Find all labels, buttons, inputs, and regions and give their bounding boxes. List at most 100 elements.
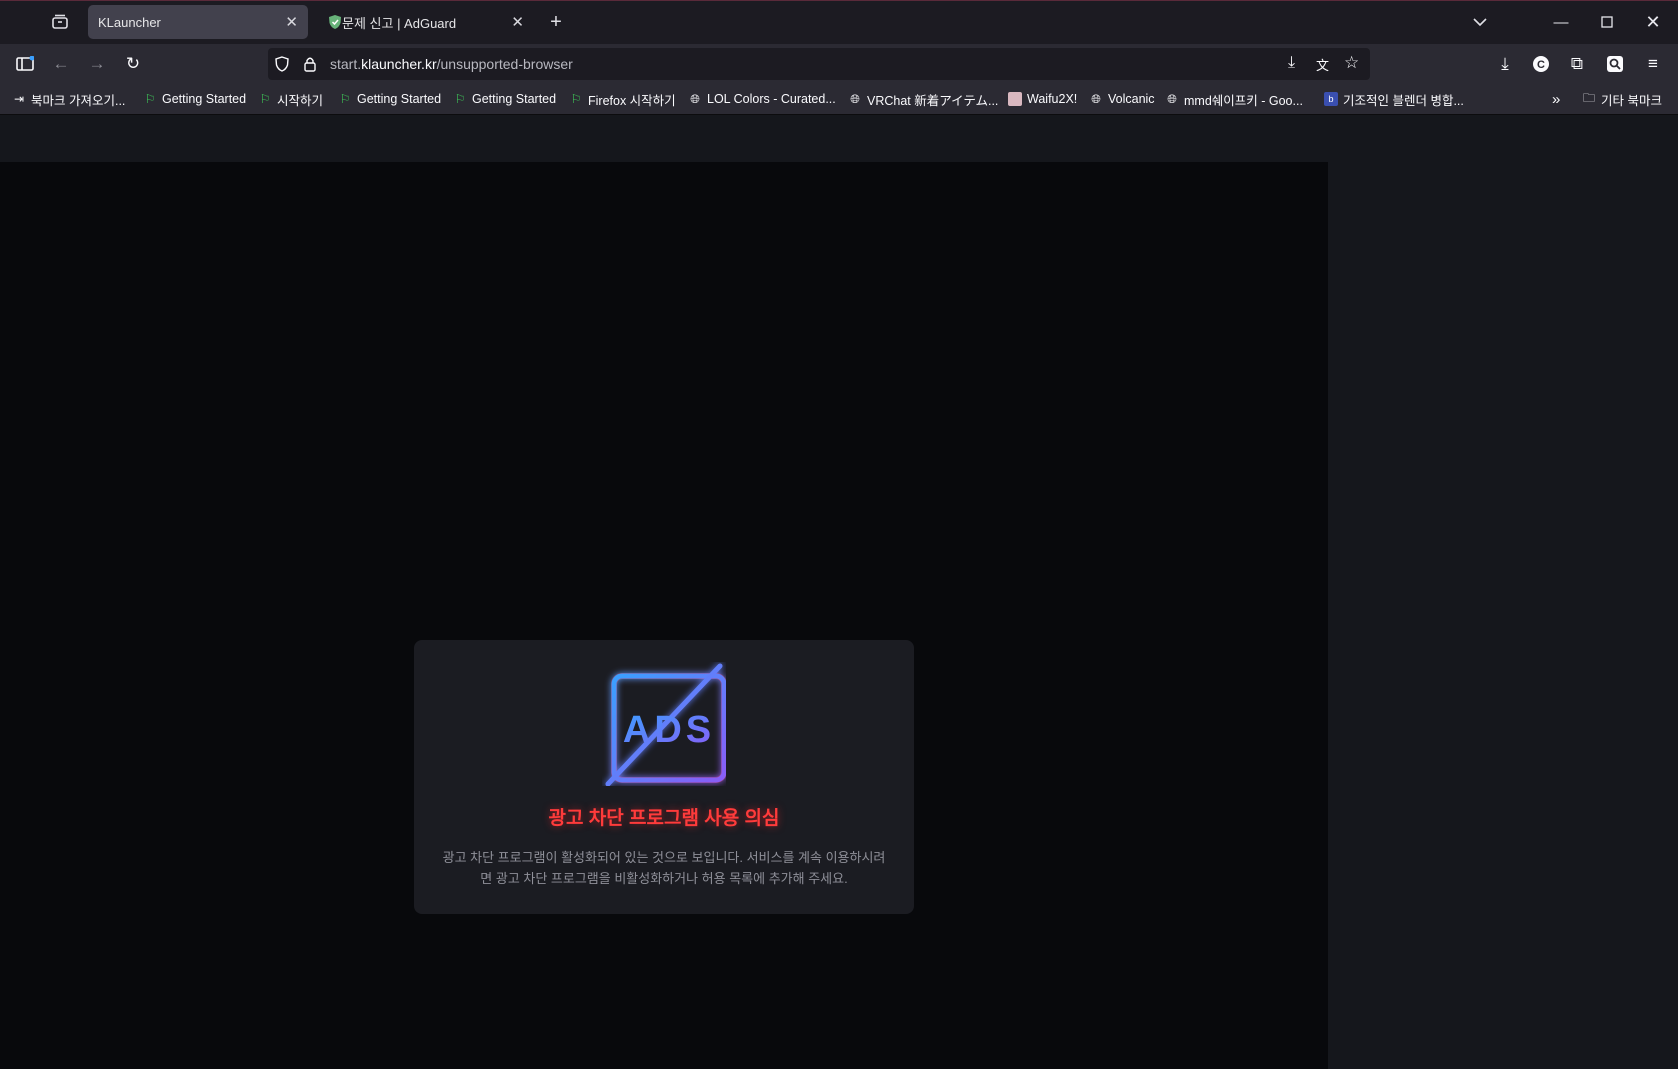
minimize-button[interactable]: — xyxy=(1538,0,1584,44)
bookmark-item[interactable]: ⚐ Firefox 시작하기 xyxy=(569,91,676,108)
url-domain: klauncher.kr xyxy=(361,56,437,72)
app-icon: b xyxy=(1324,92,1338,106)
warning-message-line: 면 광고 차단 프로그램을 비활성화하거나 허용 목록에 추가해 주세요. xyxy=(480,871,848,886)
translate-icon[interactable]: 文 xyxy=(1316,55,1329,74)
tab-groups-button[interactable] xyxy=(46,9,74,35)
bookmark-label: Getting Started xyxy=(357,92,442,106)
url-prefix: start. xyxy=(330,56,362,72)
bookmark-item[interactable]: 🌐︎ mmd쉐이프키 - Goo... xyxy=(1165,91,1303,108)
svg-text:C: C xyxy=(1537,59,1545,71)
extensions-button[interactable]: ⧉ xyxy=(1564,51,1590,77)
bookmark-item[interactable]: ⚐ Getting Started xyxy=(143,91,246,107)
firefox-flag-icon: ⚐ xyxy=(144,92,156,106)
forward-button[interactable]: → xyxy=(84,51,110,77)
arrow-left-icon: ← xyxy=(52,54,70,73)
close-icon: ✕ xyxy=(1645,11,1661,32)
bookmark-label: 북마크 가져오기... xyxy=(31,93,126,108)
bookmark-label: Waifu2X! xyxy=(1027,92,1078,106)
bookmark-star-icon[interactable]: ☆ xyxy=(1344,53,1359,73)
window-accent-line xyxy=(0,0,1678,1)
url-text[interactable]: start.klauncher.kr/unsupported-browser xyxy=(330,56,573,72)
adguard-shield-icon xyxy=(329,15,341,29)
globe-icon: 🌐︎ xyxy=(850,91,860,106)
sidebar-toggle-button[interactable] xyxy=(12,51,38,77)
bookmark-label: Getting Started xyxy=(472,92,557,106)
app-menu-button[interactable]: ≡ xyxy=(1640,51,1666,77)
bookmark-item[interactable]: 🌐︎ VRChat 新着アイテム... xyxy=(848,91,998,108)
bookmark-label: mmd쉐이프키 - Goo... xyxy=(1184,93,1303,108)
minimize-icon: — xyxy=(1553,13,1569,31)
maximize-icon xyxy=(1601,16,1613,28)
downloads-button[interactable]: ⤓ xyxy=(1492,51,1518,77)
sidebar-icon xyxy=(16,56,34,71)
import-icon: ⇥ xyxy=(13,92,25,106)
reload-icon: ↻ xyxy=(125,54,141,73)
tracking-protection-shield-icon xyxy=(275,56,289,72)
lock-icon xyxy=(304,57,316,72)
bookmark-label: Getting Started xyxy=(162,92,247,106)
c-extension-icon: C xyxy=(1533,56,1549,72)
warning-message: 광고 차단 프로그램이 활성화되어 있는 것으로 보입니다. 서비스를 계속 이… xyxy=(434,847,894,889)
new-tab-button[interactable]: + xyxy=(542,9,570,35)
puzzle-icon: ⧉ xyxy=(1570,54,1584,73)
tab-adguard[interactable]: 문제 신고 | AdGuard ✕ xyxy=(314,5,534,39)
chevron-double-right-icon: » xyxy=(1552,90,1561,108)
tab-strip: KLauncher ✕ 문제 신고 | AdGuard ✕ + — ✕ xyxy=(0,0,1678,44)
ads-blocked-icon: ADS xyxy=(605,663,726,786)
plus-icon: + xyxy=(550,10,562,33)
back-button[interactable]: ← xyxy=(48,51,74,77)
navigation-toolbar: ← → ↻ start.klauncher.kr/unsupported-bro… xyxy=(0,44,1678,84)
bookmark-label: 기조적인 블렌더 병합... xyxy=(1343,93,1464,108)
bookmarks-toolbar: ⇥ 북마크 가져오기... ⚐ Getting Started ⚐ 시작하기 ⚐ Get… xyxy=(0,84,1678,115)
tab-klauncher[interactable]: KLauncher ✕ xyxy=(88,5,308,39)
adblock-warning-card: ADS 광고 차단 프로그램 사용 의심 광고 차단 프로그램이 활성화되어 있… xyxy=(414,640,914,914)
globe-icon: 🌐︎ xyxy=(1167,91,1177,106)
bookmark-item[interactable]: ⚐ Getting Started xyxy=(338,91,441,107)
maximize-button[interactable] xyxy=(1584,0,1630,44)
bookmark-item[interactable]: 🌐︎ Volcanic xyxy=(1089,91,1155,107)
tab-groups-icon xyxy=(52,14,68,29)
main-panel: ADS 광고 차단 프로그램 사용 의심 광고 차단 프로그램이 활성화되어 있… xyxy=(0,162,1328,1069)
close-tab-icon[interactable]: ✕ xyxy=(285,13,298,31)
bookmark-label: LOL Colors - Curated... xyxy=(707,92,836,106)
search-icon xyxy=(1607,56,1623,72)
firefox-flag-icon: ⚐ xyxy=(339,92,351,106)
firefox-flag-icon: ⚐ xyxy=(454,92,466,106)
bookmark-item[interactable]: Waifu2X! xyxy=(1008,91,1077,107)
list-all-tabs-button[interactable] xyxy=(1466,9,1494,35)
warning-message-line: 광고 차단 프로그램이 활성화되어 있는 것으로 보입니다. 서비스를 계속 이… xyxy=(442,850,886,865)
bookmark-label: Volcanic xyxy=(1108,92,1155,106)
extension-c-button[interactable]: C xyxy=(1528,51,1554,77)
bookmarks-overflow-button[interactable]: » xyxy=(1552,90,1561,108)
hamburger-menu-icon: ≡ xyxy=(1648,54,1658,73)
bookmark-label: Firefox 시작하기 xyxy=(588,93,676,108)
chevron-down-icon xyxy=(1473,18,1487,27)
firefox-flag-icon: ⚐ xyxy=(259,92,271,106)
other-bookmarks-folder[interactable]: 🗀︎ 기타 북마크 xyxy=(1582,90,1662,108)
arrow-right-icon: → xyxy=(88,54,106,73)
warning-title: 광고 차단 프로그램 사용 의심 xyxy=(548,808,780,829)
waifu-icon xyxy=(1008,92,1022,106)
tab-title: 문제 신고 | AdGuard xyxy=(342,15,457,31)
search-extension-button[interactable] xyxy=(1602,51,1628,77)
close-tab-icon[interactable]: ✕ xyxy=(511,13,524,31)
address-bar[interactable]: start.klauncher.kr/unsupported-browser ⤓… xyxy=(268,48,1370,80)
bookmark-item[interactable]: b 기조적인 블렌더 병합... xyxy=(1324,91,1464,108)
reload-button[interactable]: ↻ xyxy=(120,51,146,77)
url-path: /unsupported-browser xyxy=(436,56,573,72)
folder-icon: 🗀︎ xyxy=(1582,90,1595,105)
page-content: ADS 광고 차단 프로그램 사용 의심 광고 차단 프로그램이 활성화되어 있… xyxy=(0,115,1678,1069)
globe-icon: 🌐︎ xyxy=(1091,91,1101,106)
ads-logo-text: ADS xyxy=(623,709,715,751)
bookmark-item[interactable]: ⚐ 시작하기 xyxy=(258,91,323,108)
bookmark-item[interactable]: 🌐︎ LOL Colors - Curated... xyxy=(688,91,836,107)
globe-icon: 🌐︎ xyxy=(690,91,700,106)
folder-label: 기타 북마크 xyxy=(1601,93,1662,108)
firefox-flag-icon: ⚐ xyxy=(570,92,582,106)
bookmark-item[interactable]: ⚐ Getting Started xyxy=(453,91,556,107)
close-window-button[interactable]: ✕ xyxy=(1630,0,1676,44)
tab-title: KLauncher xyxy=(98,14,161,30)
bookmark-item[interactable]: ⇥ 북마크 가져오기... xyxy=(12,91,126,108)
page-save-icon[interactable]: ⤓ xyxy=(1288,54,1295,72)
download-icon: ⤓ xyxy=(1501,54,1509,73)
